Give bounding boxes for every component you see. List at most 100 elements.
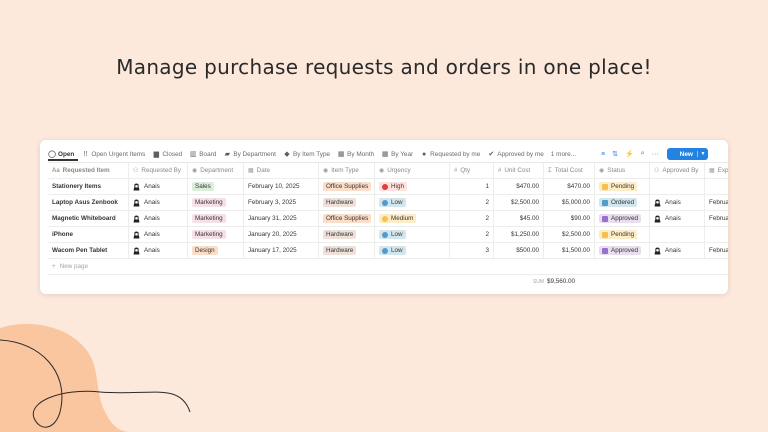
new-button-label[interactable]: New: [680, 151, 693, 158]
cell-dept[interactable]: Design: [188, 243, 244, 258]
cell-dept[interactable]: Marketing: [188, 195, 244, 210]
search-icon[interactable]: ⌕: [641, 150, 645, 158]
column-header-total[interactable]: Σ Total Cost: [544, 163, 595, 178]
column-header-date[interactable]: ▦ Date: [244, 163, 319, 178]
cell-status[interactable]: Approved: [595, 211, 650, 226]
cell-date[interactable]: January 31, 2025: [244, 211, 319, 226]
cell-dept[interactable]: Sales: [188, 179, 244, 194]
tab-by-department[interactable]: ▰ By Department: [223, 150, 276, 159]
cell-exp[interactable]: February 20, 202: [705, 211, 728, 226]
cell-item[interactable]: Laptop Asus Zenbook: [48, 195, 129, 210]
cell-status[interactable]: Pending: [595, 179, 650, 194]
table-row[interactable]: Magnetic Whiteboard Anais Marketing January…: [48, 211, 728, 227]
column-header-item[interactable]: Aa Requested Item: [48, 163, 129, 178]
cell-reqby[interactable]: Anais: [129, 179, 188, 194]
cell-unit[interactable]: $2,500.00: [494, 195, 544, 210]
table-row[interactable]: Stationery Items Anais Sales February 10, 2…: [48, 179, 728, 195]
cell-exp[interactable]: February 28, 202: [705, 195, 728, 210]
cell-appr[interactable]: Anais: [650, 243, 705, 258]
column-header-urg[interactable]: ◉ Urgency: [375, 163, 450, 178]
tab-open[interactable]: ◯ Open: [48, 150, 74, 159]
cell-date[interactable]: February 10, 2025: [244, 179, 319, 194]
cell-qty[interactable]: 2: [450, 195, 494, 210]
cell-type[interactable]: Office Supplies: [319, 211, 375, 226]
cell-type[interactable]: Hardware: [319, 195, 375, 210]
cell-status[interactable]: Ordered: [595, 195, 650, 210]
new-page-label[interactable]: New page: [60, 263, 88, 270]
table-row[interactable]: Wacom Pen Tablet Anais Design January 17, 2…: [48, 243, 728, 259]
chevron-down-icon[interactable]: ▼: [697, 151, 708, 157]
table-row[interactable]: Laptop Asus Zenbook Anais Marketing Februar…: [48, 195, 728, 211]
tab-by-item-type[interactable]: ◆ By Item Type: [283, 150, 330, 159]
cell-item[interactable]: Stationery Items: [48, 179, 129, 194]
column-header-exp[interactable]: ▦Expected Del: [705, 163, 728, 178]
tab-1-more-[interactable]: 1 more...: [551, 151, 576, 158]
cell-item[interactable]: Magnetic Whiteboard: [48, 211, 129, 226]
cell-exp[interactable]: [705, 179, 728, 194]
tab-open-urgent-items[interactable]: !! Open Urgent Items: [81, 151, 145, 158]
cell-status[interactable]: Pending: [595, 227, 650, 242]
cell-qty[interactable]: 2: [450, 211, 494, 226]
cell-appr[interactable]: Anais: [650, 211, 705, 226]
cell-date[interactable]: January 20, 2025: [244, 227, 319, 242]
cell-reqby[interactable]: Anais: [129, 243, 188, 258]
column-header-reqby[interactable]: ⚇ Requested By: [129, 163, 188, 178]
cell-type[interactable]: Office Supplies: [319, 179, 375, 194]
column-header-appr[interactable]: ⚇ Approved By: [650, 163, 705, 178]
cell-total[interactable]: $5,000.00: [544, 195, 595, 210]
cell-date[interactable]: February 3, 2025: [244, 195, 319, 210]
cell-exp[interactable]: February 17, 202: [705, 243, 728, 258]
column-header-type[interactable]: ◉ Item Type: [319, 163, 375, 178]
cell-exp[interactable]: [705, 227, 728, 242]
cell-date[interactable]: January 17, 2025: [244, 243, 319, 258]
tab-approved-by-me[interactable]: ✔ Approved by me: [487, 150, 543, 159]
cell-dept[interactable]: Marketing: [188, 211, 244, 226]
tab-requested-by-me[interactable]: ● Requested by me: [420, 151, 480, 158]
cell-reqby[interactable]: Anais: [129, 195, 188, 210]
more-options-icon[interactable]: ···: [652, 151, 659, 158]
urgency-tag: High: [379, 182, 407, 191]
cell-qty[interactable]: 3: [450, 243, 494, 258]
cell-appr[interactable]: [650, 227, 705, 242]
tab-board[interactable]: ▥ Board: [189, 150, 216, 159]
cell-status[interactable]: Approved: [595, 243, 650, 258]
cell-urg[interactable]: Low: [375, 243, 450, 258]
cell-appr[interactable]: [650, 179, 705, 194]
cell-total[interactable]: $90.00: [544, 211, 595, 226]
cell-reqby[interactable]: Anais: [129, 211, 188, 226]
cell-total[interactable]: $1,500.00: [544, 243, 595, 258]
cell-type[interactable]: Hardware: [319, 227, 375, 242]
cell-unit[interactable]: $45.00: [494, 211, 544, 226]
cell-urg[interactable]: Medium: [375, 211, 450, 226]
cell-type[interactable]: Hardware: [319, 243, 375, 258]
filter-icon[interactable]: ≡: [601, 151, 605, 158]
column-header-unit[interactable]: # Unit Cost: [494, 163, 544, 178]
cell-urg[interactable]: Low: [375, 195, 450, 210]
automation-icon[interactable]: ⚡: [625, 150, 634, 158]
column-header-dept[interactable]: ◉ Department: [188, 163, 244, 178]
cell-unit[interactable]: $500.00: [494, 243, 544, 258]
table-row[interactable]: iPhone Anais Marketing January 20, 2025 Hard…: [48, 227, 728, 243]
cell-reqby[interactable]: Anais: [129, 227, 188, 242]
cell-unit[interactable]: $470.00: [494, 179, 544, 194]
cell-qty[interactable]: 2: [450, 227, 494, 242]
cell-appr[interactable]: Anais: [650, 195, 705, 210]
cell-item[interactable]: iPhone: [48, 227, 129, 242]
column-header-qty[interactable]: # Qty: [450, 163, 494, 178]
sort-icon[interactable]: ⇅: [612, 150, 618, 158]
tab-by-month[interactable]: ▦ By Month: [337, 150, 374, 159]
new-page-row[interactable]: + New page: [48, 259, 728, 275]
cell-dept[interactable]: Marketing: [188, 227, 244, 242]
tab-by-year[interactable]: ▦ By Year: [381, 150, 413, 159]
column-header-status[interactable]: ◉ Status: [595, 163, 650, 178]
tab-closed[interactable]: ▆ Closed: [152, 150, 183, 159]
cell-total[interactable]: $2,500.00: [544, 227, 595, 242]
new-button[interactable]: New ▼: [666, 148, 708, 160]
cell-urg[interactable]: Low: [375, 227, 450, 242]
cell-unit[interactable]: $1,250.00: [494, 227, 544, 242]
database-card: ◯ Open !! Open Urgent Items ▆ Closed ▥ Board ▰ By…: [40, 140, 728, 294]
cell-item[interactable]: Wacom Pen Tablet: [48, 243, 129, 258]
cell-qty[interactable]: 1: [450, 179, 494, 194]
cell-total[interactable]: $470.00: [544, 179, 595, 194]
cell-urg[interactable]: High: [375, 179, 450, 194]
